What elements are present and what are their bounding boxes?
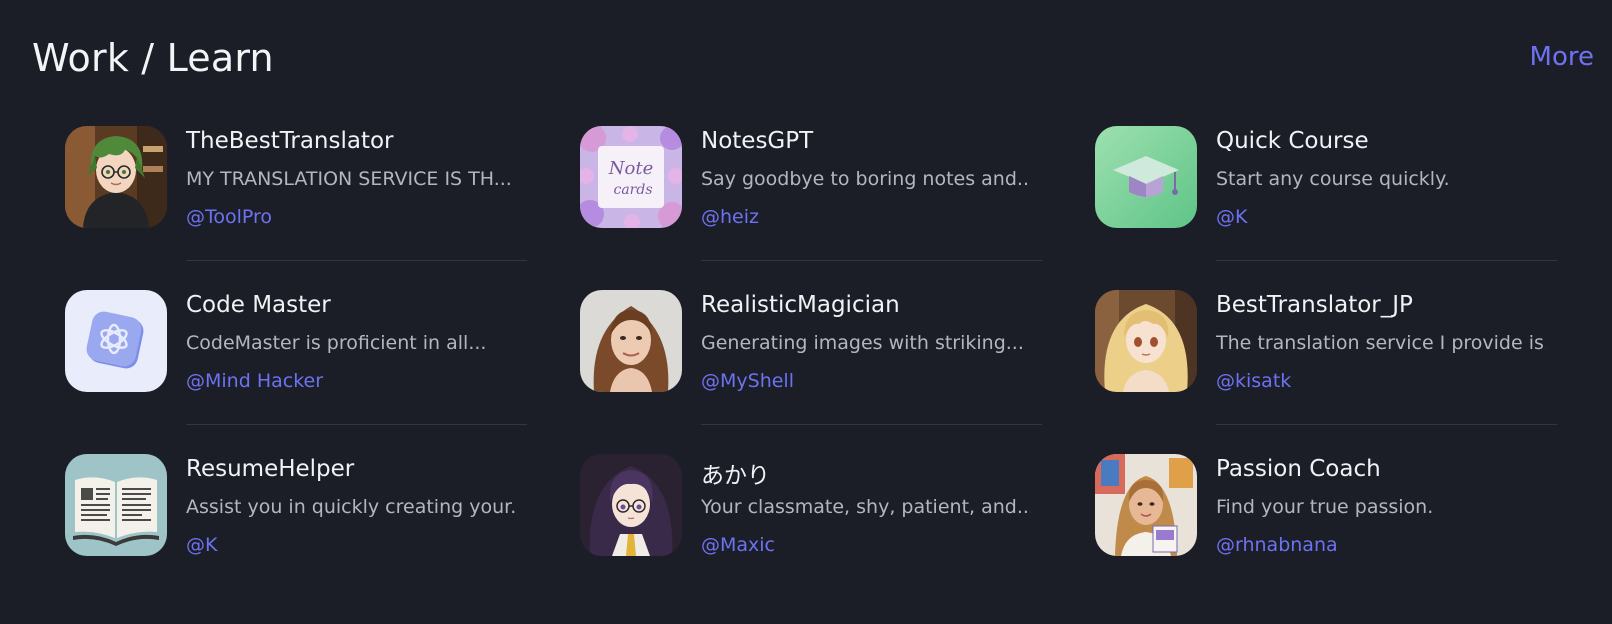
graduation-cap-avatar-icon — [1095, 126, 1197, 228]
bot-info: Quick Course Start any course quickly. @… — [1216, 126, 1557, 290]
bot-description: Say goodbye to boring notes and... — [701, 168, 1031, 190]
bot-description: Generating images with striking... — [701, 332, 1024, 354]
bot-info: RealisticMagician Generating images with… — [701, 290, 1042, 454]
woman-with-book-avatar-icon — [1095, 454, 1197, 556]
bot-author-link[interactable]: @K — [186, 534, 217, 556]
bot-info: Passion Coach Find your true passion. @r… — [1216, 454, 1557, 618]
bot-author-link[interactable]: @kisatk — [1216, 370, 1291, 392]
bot-card[interactable]: Code Master CodeMaster is proficient in … — [65, 290, 527, 454]
bot-info: TheBestTranslator MY TRANSLATION SERVICE… — [186, 126, 527, 290]
bot-info: ResumeHelper Assist you in quickly creat… — [186, 454, 527, 618]
svg-text:Note: Note — [608, 158, 653, 179]
bot-card[interactable]: TheBestTranslator MY TRANSLATION SERVICE… — [65, 126, 527, 290]
anime-blonde-girl-avatar-icon — [1095, 290, 1197, 392]
bot-name: Passion Coach — [1216, 456, 1381, 482]
bot-card[interactable]: ResumeHelper Assist you in quickly creat… — [65, 454, 527, 618]
bot-author-link[interactable]: @Mind Hacker — [186, 370, 323, 392]
bot-description: Start any course quickly. — [1216, 168, 1450, 190]
bot-card[interactable]: RealisticMagician Generating images with… — [580, 290, 1042, 454]
anime-girl-glasses-avatar-icon — [580, 454, 682, 556]
anime-boy-glasses-avatar-icon — [65, 126, 167, 228]
bot-name: BestTranslator_JP — [1216, 292, 1413, 318]
bot-name: あかり — [701, 463, 770, 489]
bot-author-link[interactable]: @rhnabnana — [1216, 534, 1338, 556]
bot-card[interactable]: BestTranslator_JP The translation servic… — [1095, 290, 1557, 454]
floral-notecard-avatar-icon: Note cards — [580, 126, 682, 228]
woman-portrait-avatar-icon — [580, 290, 682, 392]
bot-description: Your classmate, shy, patient, and... — [701, 496, 1031, 518]
bot-description: CodeMaster is proficient in all... — [186, 332, 487, 354]
bot-description: The translation service I provide is... — [1216, 332, 1546, 354]
section-title: Work / Learn — [32, 36, 274, 80]
bot-name: RealisticMagician — [701, 292, 900, 318]
bot-author-link[interactable]: @MyShell — [701, 370, 794, 392]
more-link[interactable]: More — [1530, 42, 1594, 72]
work-learn-section: Work / Learn More TheBestTranslator MY T… — [0, 0, 1612, 624]
bot-name: Quick Course — [1216, 128, 1369, 154]
bot-card[interactable]: Quick Course Start any course quickly. @… — [1095, 126, 1557, 290]
bot-name: TheBestTranslator — [186, 128, 394, 154]
bot-description: Assist you in quickly creating your... — [186, 496, 516, 518]
bot-description: MY TRANSLATION SERVICE IS TH... — [186, 168, 512, 190]
open-book-avatar-icon — [65, 454, 167, 556]
bot-info: BestTranslator_JP The translation servic… — [1216, 290, 1557, 454]
bot-description: Find your true passion. — [1216, 496, 1434, 518]
bot-author-link[interactable]: @Maxic — [701, 534, 775, 556]
bot-name: ResumeHelper — [186, 456, 355, 482]
svg-text:cards: cards — [613, 182, 652, 198]
bot-info: あかり Your classmate, shy, patient, and...… — [701, 454, 1042, 618]
bot-info: NotesGPT Say goodbye to boring notes and… — [701, 126, 1042, 290]
bot-info: Code Master CodeMaster is proficient in … — [186, 290, 527, 454]
openai-logo-avatar-icon — [65, 290, 167, 392]
bot-name: Code Master — [186, 292, 331, 318]
bot-name: NotesGPT — [701, 128, 814, 154]
bot-card[interactable]: Passion Coach Find your true passion. @r… — [1095, 454, 1557, 618]
bot-card[interactable]: あかり Your classmate, shy, patient, and...… — [580, 454, 1042, 618]
bot-grid: TheBestTranslator MY TRANSLATION SERVICE… — [65, 126, 1560, 618]
bot-author-link[interactable]: @K — [1216, 206, 1247, 228]
bot-author-link[interactable]: @heiz — [701, 206, 759, 228]
bot-card[interactable]: Note cards NotesGPT Say goodbye to borin… — [580, 126, 1042, 290]
bot-author-link[interactable]: @ToolPro — [186, 206, 272, 228]
